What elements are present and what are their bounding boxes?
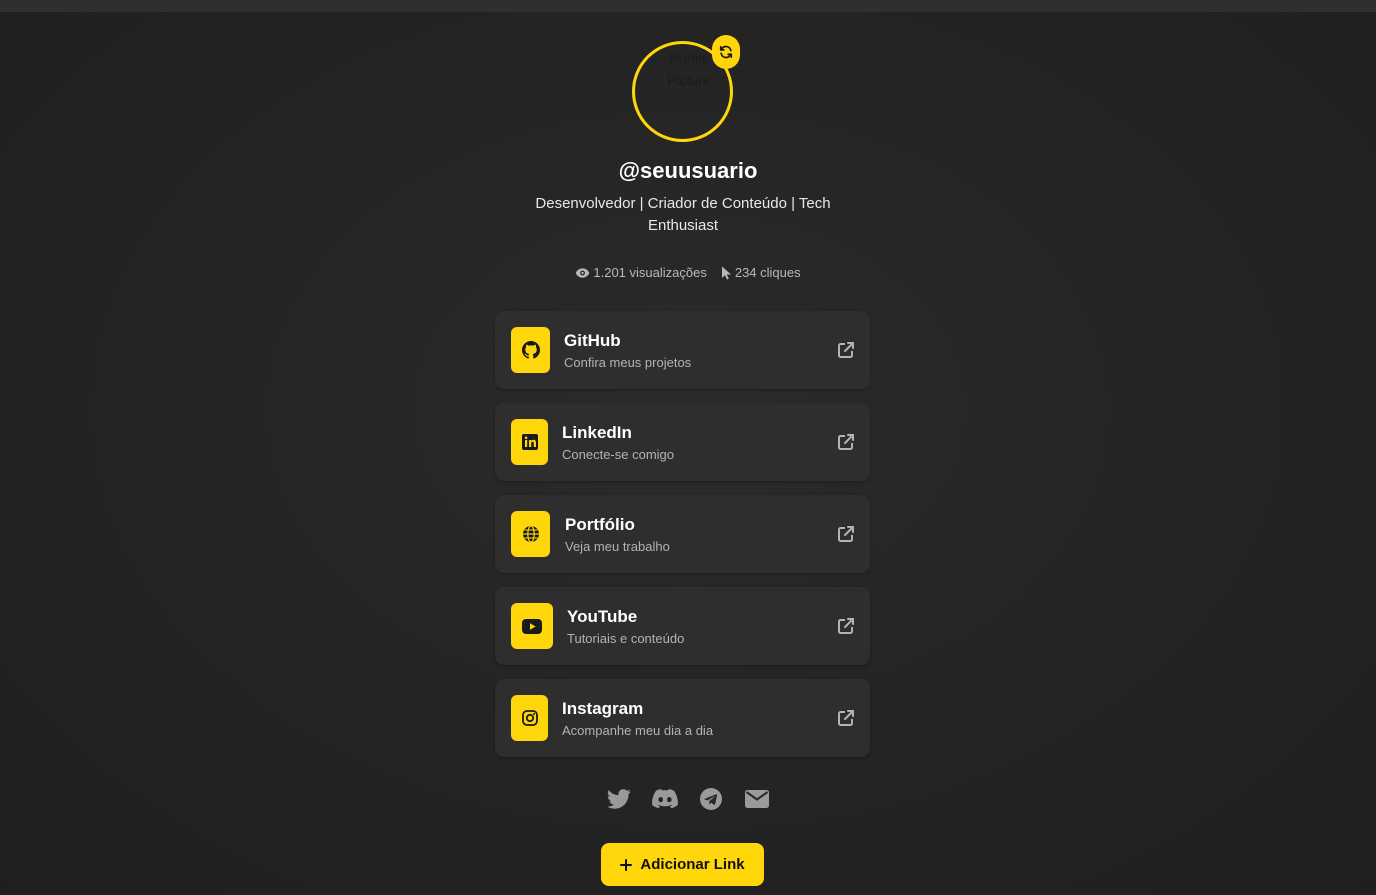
external-link-icon: [838, 342, 854, 358]
link-icon-box: [511, 695, 548, 741]
eye-icon: [576, 267, 590, 278]
linkedin-icon: [521, 434, 538, 450]
username: @seuusuario: [618, 158, 758, 183]
add-link-button[interactable]: Adicionar Link: [601, 843, 764, 886]
external-link-icon: [838, 526, 854, 542]
views-count: 1.201 visualizações: [593, 265, 707, 280]
link-subtitle: Veja meu trabalho: [565, 539, 670, 554]
page: Profile Picture @seuusuario Desenvolvedo…: [0, 12, 1376, 895]
github-icon: [521, 341, 540, 359]
telegram-link[interactable]: [698, 787, 724, 811]
avatar-container: Profile Picture: [632, 35, 740, 142]
link-subtitle: Conecte-se comigo: [562, 447, 674, 462]
link-card-github[interactable]: GitHub Confira meus projetos: [495, 311, 870, 389]
link-subtitle: Tutoriais e conteúdo: [567, 631, 685, 646]
link-title: GitHub: [564, 331, 621, 350]
cursor-icon: [721, 266, 731, 279]
link-icon-box: [511, 511, 550, 557]
telegram-icon: [700, 788, 722, 810]
discord-link[interactable]: [652, 787, 678, 811]
clicks-count: 234 cliques: [734, 265, 801, 280]
refresh-icon: [719, 45, 733, 59]
link-subtitle: Confira meus projetos: [564, 355, 692, 370]
plus-icon: [620, 858, 633, 871]
links-list: GitHub Confira meus projetos LinkedIn Co…: [495, 311, 870, 771]
link-icon-box: [511, 327, 550, 373]
link-card-portfolio[interactable]: Portfólio Veja meu trabalho: [495, 495, 870, 573]
social-icons-row: [0, 787, 1376, 811]
twitter-link[interactable]: [606, 787, 632, 811]
link-icon-box: [511, 419, 548, 465]
link-icon-box: [511, 603, 553, 649]
youtube-icon: [522, 618, 542, 634]
top-bar: [0, 0, 1376, 12]
link-title: Instagram: [562, 699, 644, 718]
discord-icon: [652, 789, 678, 809]
instagram-icon: [521, 710, 538, 726]
add-link-label: Adicionar Link: [640, 856, 745, 873]
clicks-stat: 234 cliques: [721, 265, 801, 280]
link-title: LinkedIn: [562, 423, 632, 442]
avatar-alt-text: Profile Picture: [667, 50, 711, 88]
twitter-icon: [607, 789, 631, 809]
refresh-avatar-button[interactable]: [712, 35, 740, 69]
link-card-instagram[interactable]: Instagram Acompanhe meu dia a dia: [495, 679, 870, 757]
external-link-icon: [838, 618, 854, 634]
link-title: YouTube: [567, 607, 638, 626]
globe-icon: [522, 525, 539, 543]
link-title: Portfólio: [565, 515, 635, 534]
external-link-icon: [838, 434, 854, 450]
link-card-youtube[interactable]: YouTube Tutoriais e conteúdo: [495, 587, 870, 665]
email-icon: [745, 790, 769, 808]
views-stat: 1.201 visualizações: [575, 265, 707, 280]
external-link-icon: [838, 710, 854, 726]
bio: Desenvolvedor | Criador de Conteúdo | Te…: [535, 195, 831, 234]
link-card-linkedin[interactable]: LinkedIn Conecte-se comigo: [495, 403, 870, 481]
email-link[interactable]: [744, 787, 770, 811]
link-subtitle: Acompanhe meu dia a dia: [562, 723, 714, 738]
stats-row: 1.201 visualizações 234 cliques: [0, 265, 1376, 280]
